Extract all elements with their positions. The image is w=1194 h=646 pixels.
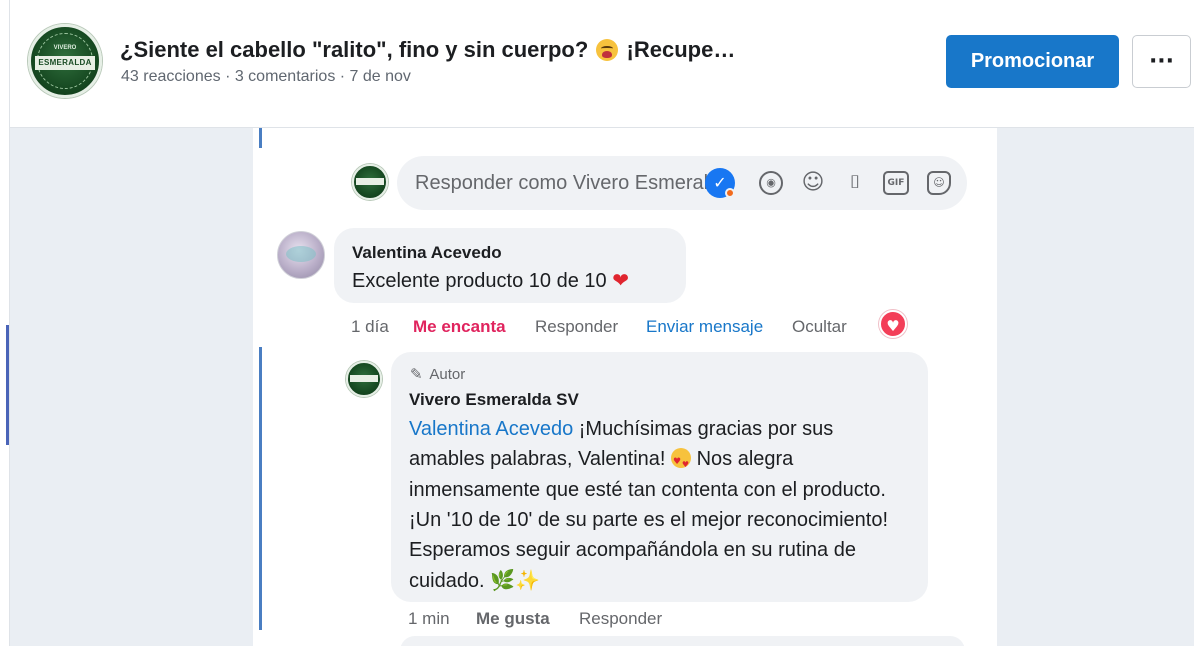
comment-text: Excelente producto 10 de 10 ❤ [352, 268, 629, 293]
pencil-icon: ✎ [410, 365, 423, 383]
post-title[interactable]: ¿Siente el cabello "ralito", fino y sin … [120, 37, 735, 63]
like-button[interactable]: Me gusta [476, 609, 550, 629]
reply-avatar-band [350, 375, 378, 382]
post-title-suffix: ¡Recupe… [626, 37, 736, 62]
emoji-icon[interactable]: ☺ [801, 171, 825, 195]
reply-avatar[interactable] [346, 361, 382, 397]
post-title-text: ¿Siente el cabello "ralito", fino y sin … [120, 37, 589, 62]
send-message-button[interactable]: Enviar mensaje [646, 317, 763, 337]
composer-avatar-band [356, 178, 384, 185]
reply-time[interactable]: 1 min [408, 609, 450, 629]
sparkles-emoji-icon: ✨ [515, 568, 540, 593]
gif-icon[interactable]: GIF [883, 171, 909, 195]
logo-band: ESMERALDA [35, 56, 95, 70]
page-logo[interactable]: VIVERO ESMERALDA [28, 24, 102, 98]
comment-time[interactable]: 1 día [351, 317, 389, 337]
smiling-hearts-emoji-icon [671, 447, 692, 481]
thread-line [259, 347, 262, 630]
avatar-sticker-icon[interactable]: ◉ [759, 171, 783, 195]
reply-button[interactable]: Responder [535, 317, 618, 337]
reply-actions: 1 min Me gusta Responder [0, 609, 1194, 631]
tired-face-emoji-icon [596, 39, 619, 61]
reply-input[interactable] [415, 170, 715, 196]
promote-button[interactable]: Promocionar [946, 35, 1119, 88]
love-reaction-icon[interactable]: ♥ [879, 310, 907, 338]
reply-author[interactable]: Vivero Esmeralda SV [409, 390, 579, 410]
commenter-avatar[interactable] [277, 231, 325, 279]
logo-small-text: VIVERO [53, 45, 77, 51]
camera-icon[interactable]: ⌷ [843, 171, 867, 195]
comment-actions: 1 día Me encanta Responder Enviar mensaj… [0, 317, 1194, 339]
post-header: VIVERO ESMERALDA ¿Siente el cabello "ral… [10, 0, 1194, 128]
reply-composer[interactable]: ✓ ◉ ☺ ⌷ GIF ☺ [397, 156, 967, 210]
love-reaction-button[interactable]: Me encanta [413, 317, 506, 337]
hide-button[interactable]: Ocultar [792, 317, 847, 337]
comment-body: Excelente producto 10 de 10 [352, 270, 607, 292]
herb-emoji-icon: 🌿 [490, 568, 516, 593]
composer-avatar [352, 164, 388, 200]
active-marker [6, 325, 9, 445]
status-dot [725, 188, 735, 198]
author-badge: ✎ Autor [410, 365, 465, 383]
reply-reply-button[interactable]: Responder [579, 609, 662, 629]
thread-line-top [259, 128, 262, 148]
mention-link[interactable]: Valentina Acevedo [409, 418, 573, 440]
next-comment-bubble [400, 636, 965, 646]
post-meta[interactable]: 43 reacciones · 3 comentarios · 7 de nov [121, 68, 411, 86]
author-badge-label: Autor [429, 366, 466, 383]
sticker-icon[interactable]: ☺ [927, 171, 951, 195]
more-options-button[interactable]: ··· [1132, 35, 1191, 88]
reply-text: Valentina Acevedo ¡Muchísimas gracias po… [409, 414, 914, 597]
comment-author[interactable]: Valentina Acevedo [352, 243, 502, 263]
heart-emoji-icon: ❤ [612, 268, 629, 292]
